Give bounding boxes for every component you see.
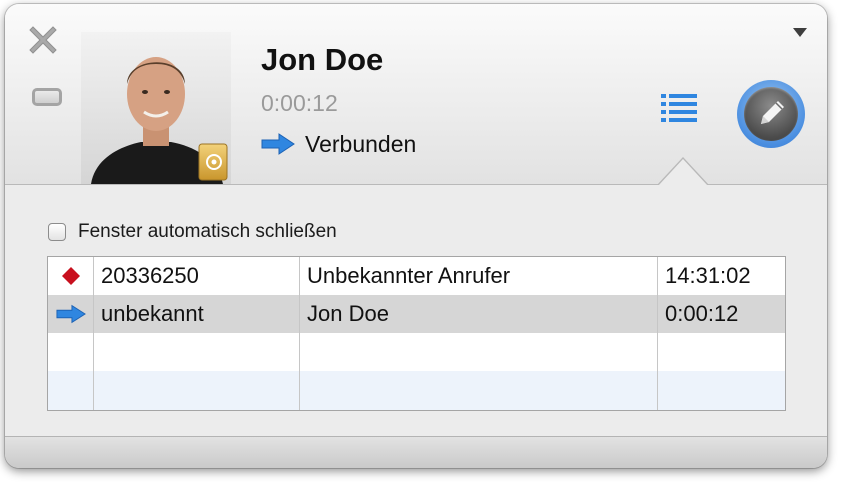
edit-button[interactable] xyxy=(737,80,805,148)
contact-name: Jon Doe xyxy=(261,42,384,77)
call-window: Jon Doe 0:00:12 Verbunden Fenster automa… xyxy=(5,4,827,468)
table-row[interactable]: unbekannt Jon Doe 0:00:12 xyxy=(48,295,785,333)
call-list-button[interactable] xyxy=(659,92,699,126)
auto-close-checkbox[interactable] xyxy=(48,223,66,241)
close-x-icon xyxy=(29,26,57,54)
list-icon xyxy=(661,94,697,122)
auto-close-label: Fenster automatisch schließen xyxy=(78,221,337,242)
address-book-icon xyxy=(198,143,228,181)
table-row-empty xyxy=(48,333,785,371)
outgoing-arrow-icon xyxy=(261,133,295,155)
close-button[interactable] xyxy=(27,24,59,56)
auto-close-option[interactable]: Fenster automatisch schließen xyxy=(48,220,337,244)
call-number: 20336250 xyxy=(101,263,199,288)
missed-call-diamond-icon xyxy=(62,267,80,285)
calls-table: 20336250 Unbekannter Anrufer 14:31:02 un… xyxy=(47,256,786,411)
caller-name: Unbekannter Anrufer xyxy=(307,263,511,288)
caller-name: Jon Doe xyxy=(307,301,389,326)
contact-avatar xyxy=(81,32,231,184)
call-time: 0:00:12 xyxy=(665,301,739,326)
minimize-button[interactable] xyxy=(31,84,65,110)
table-row-empty xyxy=(48,371,785,410)
call-status: Verbunden xyxy=(261,129,416,159)
minimize-icon xyxy=(32,88,62,106)
pencil-icon xyxy=(761,101,784,124)
window-footer xyxy=(5,436,827,468)
call-number: unbekannt xyxy=(101,301,204,326)
window-menu-button[interactable] xyxy=(793,28,807,37)
call-status-text: Verbunden xyxy=(305,130,417,157)
call-time: 14:31:02 xyxy=(665,263,751,288)
outgoing-arrow-icon xyxy=(56,304,86,324)
table-row[interactable]: 20336250 Unbekannter Anrufer 14:31:02 xyxy=(48,257,785,295)
call-timer: 0:00:12 xyxy=(261,90,338,116)
